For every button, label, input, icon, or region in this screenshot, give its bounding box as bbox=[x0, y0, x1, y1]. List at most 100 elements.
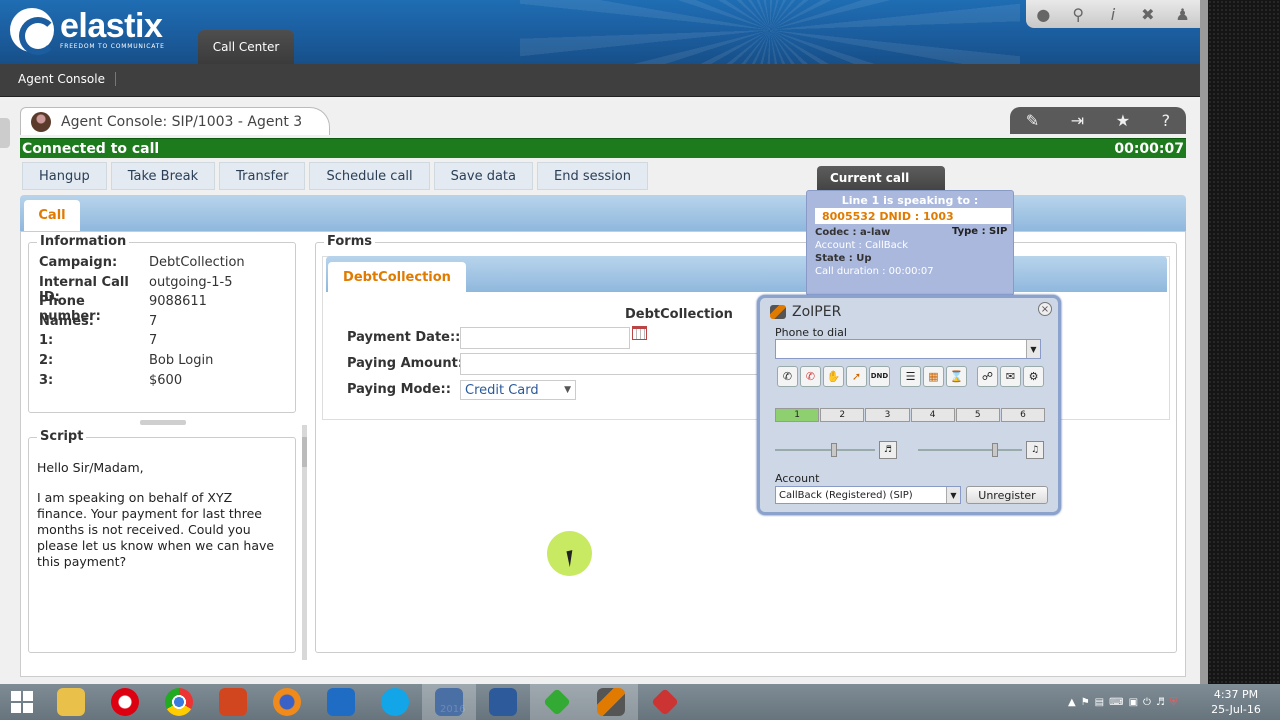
zoiper-toolbar: ✆ ✆ ✋ ➚ DND ☰ ▦ ⌛ ☍ ✉ ⚙ bbox=[763, 364, 1055, 388]
volume-icon[interactable]: ♬ bbox=[1156, 697, 1165, 708]
speaker-slider-knob[interactable] bbox=[992, 443, 998, 457]
taskbar-skype[interactable] bbox=[368, 684, 422, 720]
chevron-down-icon[interactable]: ▼ bbox=[946, 487, 960, 503]
chevron-up-icon[interactable]: ▲ bbox=[1068, 697, 1076, 708]
info-row: 3: $600 bbox=[39, 372, 183, 388]
microphone-icon[interactable]: ♬ bbox=[879, 441, 897, 459]
save-data-button[interactable]: Save data bbox=[433, 162, 533, 190]
microphone-slider-knob[interactable] bbox=[831, 443, 837, 457]
line-button[interactable]: 6 bbox=[1000, 408, 1046, 422]
settings-icon[interactable]: ⚙ bbox=[1023, 365, 1044, 387]
contacts-icon[interactable]: ▦ bbox=[923, 365, 944, 387]
transfer-icon[interactable]: ➚ bbox=[846, 365, 867, 387]
line-selector: 1 2 3 4 5 6 bbox=[775, 408, 1046, 422]
script-legend: Script bbox=[37, 429, 87, 444]
console-toolbar: ✎ ⇥ ★ ? bbox=[1010, 107, 1186, 134]
speaker-icon[interactable]: ♫ bbox=[1026, 441, 1044, 459]
history-icon[interactable]: ⌛ bbox=[946, 365, 967, 387]
taskbar-zoiper[interactable] bbox=[584, 684, 638, 720]
edit-icon[interactable]: ✎ bbox=[1026, 111, 1039, 130]
script-paragraph: I am speaking on behalf of XYZ finance. … bbox=[37, 490, 275, 569]
console-title: Agent Console: SIP/1003 - Agent 3 bbox=[61, 113, 303, 130]
taskbar: ▲ ⚑ ▤ ⌨ ▣ ⏻ ♬ ⛨ 4:37 PM 25-Jul-16 bbox=[0, 684, 1280, 720]
taskbar-virtualbox[interactable] bbox=[476, 684, 530, 720]
console-tab[interactable]: Agent Console: SIP/1003 - Agent 3 bbox=[20, 107, 330, 135]
chevron-down-icon: ▼ bbox=[564, 385, 571, 395]
shield-icon[interactable]: ⛨ bbox=[1170, 697, 1178, 708]
system-tray: ▲ ⚑ ▤ ⌨ ▣ ⏻ ♬ ⛨ bbox=[1068, 684, 1198, 720]
taskbar-file-explorer[interactable] bbox=[44, 684, 98, 720]
horizontal-splitter[interactable] bbox=[140, 420, 186, 425]
payment-date-input[interactable] bbox=[460, 327, 630, 349]
unregister-button[interactable]: Unregister bbox=[966, 486, 1048, 504]
tab-call[interactable]: Call bbox=[24, 200, 80, 231]
elastix-logo[interactable]: elastix FREEDOM TO COMMUNICATE bbox=[10, 8, 165, 55]
taskbar-app-green[interactable] bbox=[530, 684, 584, 720]
page-scrollbar[interactable] bbox=[1200, 0, 1208, 684]
take-break-button[interactable]: Take Break bbox=[110, 162, 216, 190]
line-button[interactable]: 4 bbox=[910, 408, 955, 422]
current-call-codec: Codec : a-law bbox=[815, 227, 891, 238]
star-icon[interactable]: ★ bbox=[1116, 111, 1130, 130]
close-icon[interactable]: × bbox=[1038, 302, 1052, 316]
user-icon[interactable]: ♟ bbox=[1171, 5, 1195, 24]
splitter-grip[interactable] bbox=[302, 437, 307, 467]
help-icon[interactable]: ? bbox=[1162, 111, 1171, 130]
phone-to-dial-input[interactable]: ▼ bbox=[775, 339, 1041, 359]
line-button[interactable]: 2 bbox=[820, 408, 865, 422]
flag-icon[interactable]: ⚑ bbox=[1081, 697, 1090, 708]
keyboard-icon[interactable]: ⌨ bbox=[1109, 697, 1123, 708]
transfer-button[interactable]: Transfer bbox=[219, 162, 306, 190]
taskbar-clock[interactable]: 4:37 PM 25-Jul-16 bbox=[1204, 687, 1268, 717]
power-icon[interactable]: ⏻ bbox=[1143, 697, 1151, 708]
start-button[interactable] bbox=[0, 684, 44, 720]
account-select[interactable]: CallBack (Registered) (SIP) ▼ bbox=[775, 486, 961, 504]
dial-icon[interactable]: ✆ bbox=[777, 365, 798, 387]
paying-mode-label: Paying Mode:: bbox=[347, 382, 451, 397]
zoiper-window: ZoIPER × Phone to dial ▼ ✆ ✆ ✋ ➚ DND ☰ ▦… bbox=[757, 295, 1061, 515]
calendar-icon[interactable] bbox=[632, 326, 647, 340]
hangup-icon[interactable]: ✆ bbox=[800, 365, 821, 387]
nav-item-agent-console[interactable]: Agent Console bbox=[18, 72, 116, 86]
chevron-down-icon[interactable]: ▼ bbox=[1026, 340, 1040, 358]
microphone-slider[interactable]: ♬ bbox=[775, 441, 897, 459]
info-row: Names: 7 bbox=[39, 313, 158, 329]
conference-icon[interactable]: ☍ bbox=[977, 365, 998, 387]
export-icon[interactable]: ⇥ bbox=[1071, 111, 1084, 130]
vertical-splitter[interactable] bbox=[302, 425, 307, 660]
end-session-button[interactable]: End session bbox=[536, 162, 648, 190]
left-panel-handle[interactable] bbox=[0, 118, 10, 148]
information-panel: Information Campaign: DebtCollection Inte… bbox=[28, 234, 296, 413]
taskbar-opera[interactable] bbox=[98, 684, 152, 720]
hangup-button[interactable]: Hangup bbox=[22, 162, 107, 190]
schedule-call-button[interactable]: Schedule call bbox=[309, 162, 430, 190]
display-icon[interactable]: ▣ bbox=[1129, 697, 1138, 708]
taskbar-app-red[interactable] bbox=[638, 684, 692, 720]
current-call-tab[interactable]: Current call bbox=[817, 166, 945, 190]
info-row: 1: 7 bbox=[39, 333, 158, 349]
tab-debtcollection[interactable]: DebtCollection bbox=[328, 262, 466, 292]
info-icon[interactable]: i bbox=[1101, 5, 1125, 24]
windows-icon bbox=[11, 691, 33, 713]
log-icon[interactable]: ☰ bbox=[900, 365, 921, 387]
paying-amount-input[interactable] bbox=[460, 353, 760, 375]
taskbar-firefox[interactable] bbox=[260, 684, 314, 720]
taskbar-powerpoint[interactable] bbox=[206, 684, 260, 720]
dnd-icon[interactable]: DND bbox=[869, 365, 890, 387]
speaker-slider[interactable]: ♫ bbox=[918, 441, 1044, 459]
line-button[interactable]: 3 bbox=[865, 408, 910, 422]
drop-icon[interactable]: ● bbox=[1031, 5, 1055, 24]
message-icon[interactable]: ✉ bbox=[1000, 365, 1021, 387]
firefox-icon bbox=[273, 688, 301, 716]
line-button[interactable]: 5 bbox=[955, 408, 1000, 422]
line-button[interactable]: 1 bbox=[775, 408, 820, 422]
paying-mode-select[interactable]: Credit Card ▼ bbox=[460, 380, 576, 400]
taskbar-chrome[interactable] bbox=[152, 684, 206, 720]
tools-icon[interactable]: ✖ bbox=[1136, 5, 1160, 24]
network-tray-icon[interactable]: ▤ bbox=[1095, 697, 1104, 708]
search-icon[interactable]: ⚲ bbox=[1066, 5, 1090, 24]
taskbar-outlook[interactable] bbox=[314, 684, 368, 720]
hold-icon[interactable]: ✋ bbox=[823, 365, 844, 387]
folder-icon bbox=[57, 688, 85, 716]
tab-call-center[interactable]: Call Center bbox=[198, 30, 294, 64]
